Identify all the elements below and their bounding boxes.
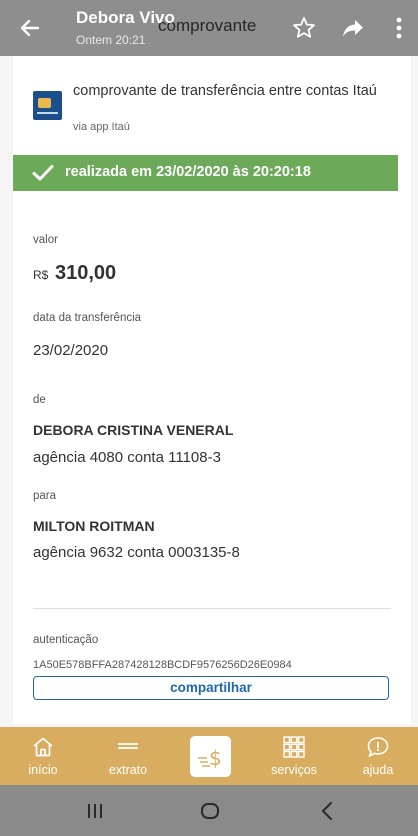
forward-share-icon[interactable] [339, 14, 367, 42]
nav-item-inicio[interactable]: início [14, 727, 72, 785]
receipt-title: comprovante de transferência entre conta… [73, 83, 377, 99]
date-value: 23/02/2020 [33, 342, 109, 359]
star-icon[interactable] [290, 14, 318, 42]
services-grid-icon [283, 736, 305, 758]
bottom-navigation: início extrato $ serviços ajuda [0, 727, 418, 785]
sender-name: Debora Vivo [76, 8, 175, 27]
auth-label: autenticação [33, 634, 99, 646]
receipt-card: comprovante de transferência entre conta… [13, 56, 411, 724]
auth-code: 1A50E578BFFA287428128BCDF9576256D26E0984 [33, 659, 292, 671]
nav-label-extrato: extrato [108, 763, 148, 777]
statement-icon [118, 743, 138, 749]
nav-label-inicio: início [28, 763, 58, 777]
home-circle-icon[interactable] [197, 798, 223, 824]
to-name: MILTON ROITMAN [33, 518, 155, 534]
date-label: data da transferência [33, 312, 142, 324]
nav-label-ajuda: ajuda [362, 763, 394, 777]
back-arrow-icon[interactable] [16, 14, 44, 42]
to-account: agência 9632 conta 0003135-8 [33, 544, 240, 561]
from-name: DEBORA CRISTINA VENERAL [33, 422, 234, 438]
recent-apps-icon[interactable] [82, 798, 108, 824]
system-navigation-bar [0, 785, 418, 836]
nav-item-servicos[interactable]: serviços [262, 727, 326, 785]
amount-value: 310,00 [55, 262, 117, 284]
nav-item-ajuda[interactable]: ajuda [350, 727, 406, 785]
currency-symbol: R$ [33, 268, 49, 282]
help-chat-icon [367, 737, 389, 757]
check-icon [32, 165, 54, 181]
status-text: realizada em 23/02/2020 às 20:20:18 [65, 164, 311, 180]
sender-time: Ontem 20:21 [76, 33, 146, 47]
transfer-money-icon: $ [198, 746, 222, 769]
itau-card-logo-icon [33, 91, 62, 120]
transfer-button[interactable]: $ [190, 736, 231, 777]
home-icon [33, 737, 53, 757]
to-label: para [33, 490, 57, 502]
from-account: agência 4080 conta 11108-3 [33, 449, 221, 466]
viewer-header: comprovante Debora Vivo Ontem 20:21 [0, 0, 418, 56]
amount-label: valor [33, 234, 58, 246]
nav-label-servicos: serviços [271, 763, 317, 777]
more-options-icon[interactable] [385, 14, 413, 42]
status-banner: realizada em 23/02/2020 às 20:20:18 [13, 155, 398, 191]
nav-item-extrato[interactable]: extrato [96, 727, 160, 785]
system-back-icon[interactable] [315, 798, 341, 824]
share-button[interactable]: compartilhar [33, 676, 389, 700]
receipt-subtitle: via app Itaú [73, 121, 130, 133]
divider [33, 608, 391, 609]
svg-text:$: $ [209, 746, 222, 769]
from-label: de [33, 394, 46, 406]
